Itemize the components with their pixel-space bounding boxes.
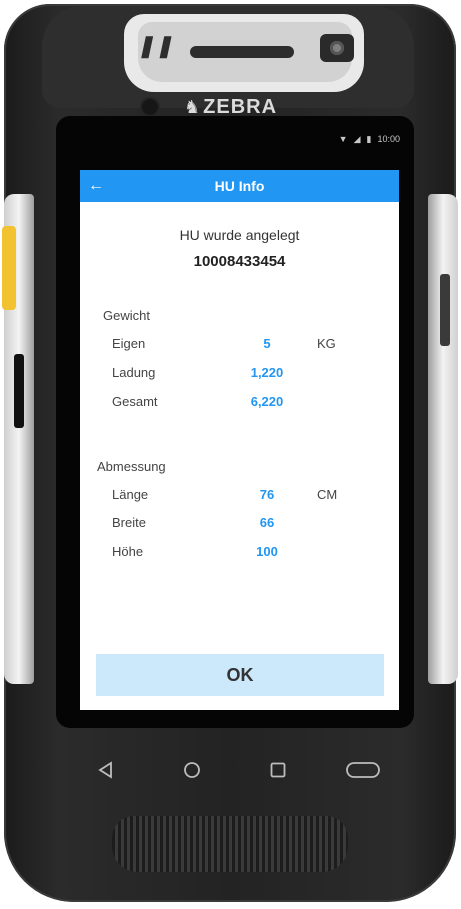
weight-unit: KG bbox=[317, 336, 336, 351]
side-rail-right bbox=[428, 194, 458, 684]
weight-row-label: Gesamt bbox=[112, 394, 158, 409]
volume-key[interactable] bbox=[14, 354, 24, 428]
weight-row-value: 5 bbox=[263, 336, 271, 351]
dimension-row-label: Höhe bbox=[112, 544, 144, 559]
dimension-section-title: Abmessung bbox=[97, 459, 166, 474]
weight-row-label: Eigen bbox=[112, 336, 146, 351]
speaker-grille bbox=[112, 816, 348, 872]
page-title: HU Info bbox=[214, 178, 265, 194]
scan-button[interactable] bbox=[2, 226, 16, 310]
status-time: 10:00 bbox=[377, 134, 400, 144]
zebra-head-icon: ♞ bbox=[184, 97, 202, 117]
weight-row-value: 1,220 bbox=[250, 365, 284, 380]
nav-menu-icon[interactable] bbox=[336, 748, 390, 792]
dimension-row-value: 100 bbox=[256, 544, 278, 559]
weight-section-title: Gewicht bbox=[103, 308, 150, 323]
status-bar: ▼ ◢ ▮ 10:00 bbox=[80, 134, 400, 156]
front-camera bbox=[142, 99, 158, 115]
nav-home-icon[interactable] bbox=[170, 748, 214, 792]
dimension-row-label: Breite bbox=[112, 515, 146, 530]
wifi-icon: ▼ bbox=[338, 134, 348, 144]
nav-back-icon[interactable] bbox=[84, 748, 128, 792]
system-nav-bar bbox=[70, 748, 394, 792]
pause-icon: ❚❚ bbox=[135, 34, 178, 59]
battery-icon: ▮ bbox=[366, 134, 372, 144]
dimension-unit: CM bbox=[317, 487, 338, 502]
side-key-right[interactable] bbox=[440, 274, 450, 346]
brand-name: ZEBRA bbox=[203, 96, 278, 118]
rear-camera bbox=[320, 34, 354, 62]
app-screen: ← HU Info HU wurde angelegt 10008433454 … bbox=[80, 170, 399, 710]
dimension-row-value: 76 bbox=[259, 487, 275, 502]
created-message: HU wurde angelegt bbox=[179, 227, 300, 243]
hu-number: 10008433454 bbox=[193, 253, 286, 270]
dimension-row-value: 66 bbox=[259, 515, 275, 530]
dimension-row-label: Länge bbox=[112, 487, 149, 502]
weight-row-label: Ladung bbox=[112, 365, 156, 380]
nav-recent-apps-icon[interactable] bbox=[256, 748, 300, 792]
ok-button[interactable]: OK bbox=[96, 654, 384, 696]
signal-icon: ◢ bbox=[353, 134, 361, 144]
speaker-slot bbox=[190, 46, 294, 58]
app-bar: ← HU Info bbox=[80, 170, 399, 202]
weight-row-value: 6,220 bbox=[250, 394, 284, 409]
